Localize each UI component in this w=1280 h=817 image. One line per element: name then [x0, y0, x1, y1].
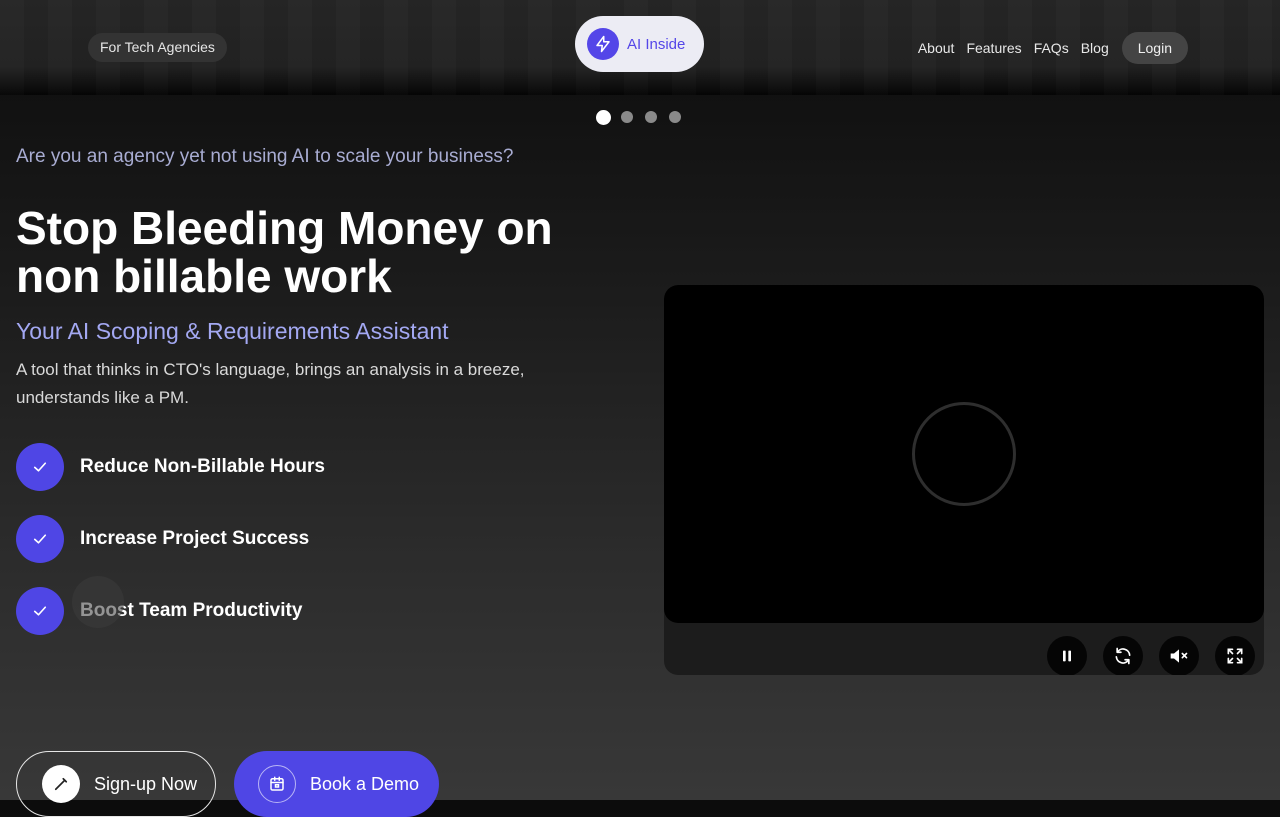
signup-label: Sign-up Now — [94, 773, 198, 794]
ai-inside-badge[interactable]: AI Inside — [575, 16, 704, 72]
video-screen[interactable] — [664, 285, 1264, 623]
nav-features[interactable]: Features — [966, 40, 1021, 56]
mute-button[interactable] — [1159, 636, 1199, 675]
pause-button[interactable] — [1047, 636, 1087, 675]
calendar-icon — [258, 765, 296, 803]
ai-inside-label: AI Inside — [627, 35, 686, 53]
mute-icon — [1170, 649, 1188, 663]
fullscreen-icon — [1227, 648, 1243, 664]
book-demo-label: Book a Demo — [310, 773, 420, 794]
benefit-item: Reduce Non-Billable Hours — [16, 443, 325, 491]
hero-subheadline: Your AI Scoping & Requirements Assistant — [16, 318, 449, 344]
check-icon — [16, 515, 64, 563]
book-demo-button[interactable]: Book a Demo — [234, 751, 439, 817]
check-icon — [16, 443, 64, 491]
headline-line-1: Stop Bleeding Money on — [16, 202, 553, 254]
cursor-highlight — [72, 576, 124, 628]
video-player — [664, 285, 1264, 675]
benefit-label: Increase Project Success — [80, 528, 310, 549]
headline-line-2: non billable work — [16, 250, 392, 302]
nav-faqs[interactable]: FAQs — [1034, 40, 1069, 56]
nav-about[interactable]: About — [918, 40, 955, 56]
login-button[interactable]: Login — [1121, 32, 1188, 64]
pencil-icon — [42, 765, 80, 803]
video-controls — [1047, 636, 1264, 675]
lightning-bolt-icon — [587, 28, 619, 60]
hero-eyebrow: Are you an agency yet not using AI to sc… — [16, 146, 514, 167]
replay-button[interactable] — [1103, 636, 1143, 675]
hero-headline: Stop Bleeding Money on non billable work — [16, 204, 636, 300]
signup-button[interactable]: Sign-up Now — [16, 751, 216, 817]
benefit-list: Reduce Non-Billable Hours Increase Proje… — [16, 443, 325, 659]
benefit-item: Boost Team Productivity — [16, 587, 325, 635]
carousel-dot-3[interactable] — [645, 111, 657, 123]
check-icon — [16, 587, 64, 635]
benefit-item: Increase Project Success — [16, 515, 325, 563]
audience-chip[interactable]: For Tech Agencies — [88, 33, 227, 62]
carousel-dot-1[interactable] — [596, 110, 611, 125]
hero-description: A tool that thinks in CTO's language, br… — [16, 360, 525, 407]
benefit-label: Reduce Non-Billable Hours — [80, 456, 325, 477]
nav-blog[interactable]: Blog — [1081, 40, 1109, 56]
site-header: For Tech Agencies AI Inside About Featur… — [0, 0, 1280, 95]
carousel-dots — [596, 110, 693, 125]
loading-spinner-icon — [912, 402, 1016, 506]
replay-icon — [1115, 647, 1131, 665]
main-nav: About Features FAQs Blog Login — [906, 32, 1188, 64]
carousel-dot-4[interactable] — [669, 111, 681, 123]
fullscreen-button[interactable] — [1215, 636, 1255, 675]
carousel-dot-2[interactable] — [621, 111, 633, 123]
pause-icon — [1063, 650, 1071, 662]
